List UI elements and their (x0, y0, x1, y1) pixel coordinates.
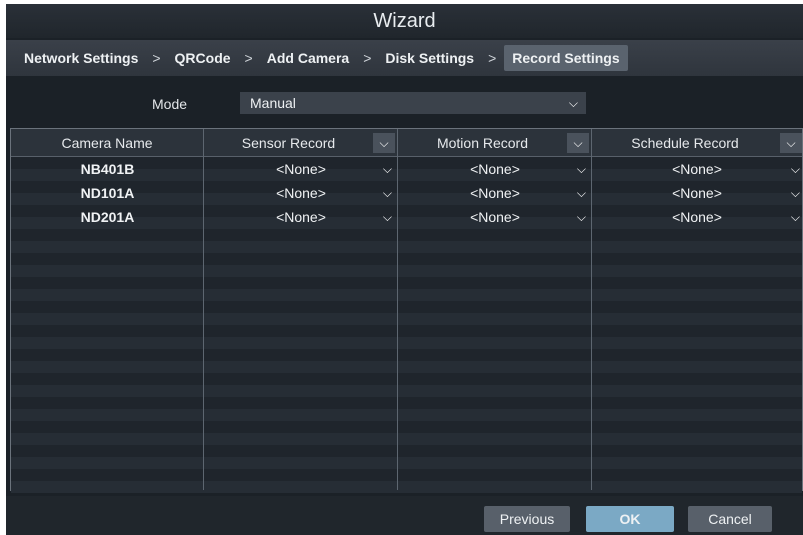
chevron-down-icon: ⌵ (790, 162, 800, 176)
row-stripe (11, 373, 802, 385)
breadcrumb-separator: > (488, 50, 497, 66)
select-value: <None> (672, 161, 722, 177)
row-stripe (11, 445, 802, 457)
row-stripe (11, 337, 802, 349)
schedule-record-select[interactable]: <None> ⌵ (592, 181, 802, 205)
column-header-sensor-record: Sensor Record ⌵ (204, 129, 398, 157)
crumb-disk-settings[interactable]: Disk Settings (379, 45, 480, 71)
sensor-record-select[interactable]: <None> ⌵ (204, 181, 398, 205)
motion-record-select[interactable]: <None> ⌵ (398, 157, 592, 181)
row-stripe (11, 469, 802, 481)
mode-value: Manual (250, 95, 296, 111)
wizard-window: Wizard Network Settings > QRCode > Add C… (6, 4, 803, 535)
chevron-down-icon: ⌵ (568, 96, 578, 110)
select-value: <None> (470, 209, 520, 225)
select-value: <None> (470, 185, 520, 201)
table-row[interactable]: ND101A <None> ⌵ <None> ⌵ <None> ⌵ (11, 181, 802, 205)
row-stripe (11, 289, 802, 301)
schedule-record-select[interactable]: <None> ⌵ (592, 157, 802, 181)
schedule-record-select[interactable]: <None> ⌵ (592, 205, 802, 229)
crumb-network-settings[interactable]: Network Settings (18, 45, 144, 71)
row-stripe (11, 397, 802, 409)
select-value: <None> (276, 209, 326, 225)
select-value: <None> (672, 185, 722, 201)
motion-record-all-dropdown[interactable]: ⌵ (567, 133, 589, 153)
sensor-record-all-dropdown[interactable]: ⌵ (373, 133, 395, 153)
row-stripe (11, 409, 802, 421)
row-stripe (11, 457, 802, 469)
previous-button[interactable]: Previous (484, 506, 570, 532)
camera-name-cell: ND201A (80, 209, 135, 225)
select-value: <None> (672, 209, 722, 225)
row-stripe (11, 349, 802, 361)
window-title: Wizard (6, 4, 803, 38)
row-stripe (11, 481, 802, 493)
crumb-add-camera[interactable]: Add Camera (261, 45, 355, 71)
row-stripe (11, 277, 802, 289)
camera-name-cell: NB401B (80, 161, 135, 177)
chevron-down-icon: ⌵ (382, 186, 392, 200)
chevron-down-icon: ⌵ (382, 162, 392, 176)
breadcrumb-separator: > (152, 50, 161, 66)
sensor-record-select[interactable]: <None> ⌵ (204, 205, 398, 229)
chevron-down-icon: ⌵ (576, 186, 586, 200)
crumb-qrcode[interactable]: QRCode (169, 45, 237, 71)
row-stripe (11, 433, 802, 445)
column-header-schedule-record: Schedule Record ⌵ (592, 129, 802, 157)
column-header-label: Schedule Record (631, 135, 739, 151)
camera-name-cell: ND101A (80, 185, 135, 201)
sensor-record-select[interactable]: <None> ⌵ (204, 157, 398, 181)
row-stripe (11, 361, 802, 373)
select-value: <None> (276, 161, 326, 177)
column-header-motion-record: Motion Record ⌵ (398, 129, 592, 157)
record-settings-table: Camera Name Sensor Record ⌵ Motion Recor… (10, 128, 803, 493)
row-stripe (11, 301, 802, 313)
wizard-footer: Previous OK Cancel (6, 496, 803, 535)
chevron-down-icon: ⌵ (790, 186, 800, 200)
select-value: <None> (470, 161, 520, 177)
cancel-button[interactable]: Cancel (688, 506, 772, 532)
row-stripe (11, 229, 802, 241)
column-header-label: Motion Record (436, 135, 529, 151)
select-value: <None> (276, 185, 326, 201)
row-stripe (11, 241, 802, 253)
chevron-down-icon: ⌵ (382, 210, 392, 224)
table-body: NB401B <None> ⌵ <None> ⌵ <None> ⌵ ND101A <N… (11, 157, 802, 493)
motion-record-select[interactable]: <None> ⌵ (398, 181, 592, 205)
column-header-label: Camera Name (61, 135, 153, 151)
chevron-down-icon: ⌵ (576, 162, 586, 176)
breadcrumb-separator: > (363, 50, 372, 66)
motion-record-select[interactable]: <None> ⌵ (398, 205, 592, 229)
table-row[interactable]: NB401B <None> ⌵ <None> ⌵ <None> ⌵ (11, 157, 802, 181)
breadcrumb-separator: > (244, 50, 253, 66)
mode-select[interactable]: Manual ⌵ (240, 92, 586, 114)
crumb-record-settings[interactable]: Record Settings (504, 45, 628, 71)
breadcrumb: Network Settings > QRCode > Add Camera >… (6, 40, 803, 76)
table-header: Camera Name Sensor Record ⌵ Motion Recor… (11, 129, 802, 157)
row-stripe (11, 325, 802, 337)
mode-label: Mode (152, 96, 188, 112)
row-stripe (11, 253, 802, 265)
row-stripe (11, 313, 802, 325)
column-header-camera-name: Camera Name (11, 129, 204, 157)
schedule-record-all-dropdown[interactable]: ⌵ (780, 133, 802, 153)
table-row[interactable]: ND201A <None> ⌵ <None> ⌵ <None> ⌵ (11, 205, 802, 229)
row-stripe (11, 265, 802, 277)
row-stripe (11, 385, 802, 397)
row-stripe (11, 421, 802, 433)
column-header-label: Sensor Record (241, 135, 336, 151)
ok-button[interactable]: OK (586, 506, 674, 532)
chevron-down-icon: ⌵ (790, 210, 800, 224)
chevron-down-icon: ⌵ (576, 210, 586, 224)
